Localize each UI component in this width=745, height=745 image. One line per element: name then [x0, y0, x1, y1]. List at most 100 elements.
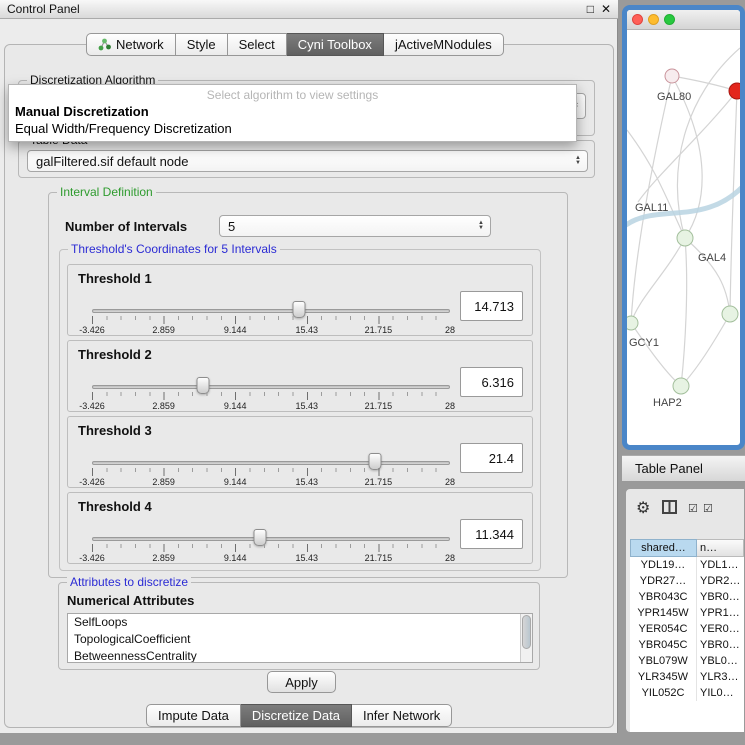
- tab-discretize-data[interactable]: Discretize Data: [241, 704, 352, 727]
- tab-infer-network[interactable]: Infer Network: [352, 704, 452, 727]
- cell[interactable]: YDR27…: [630, 573, 697, 589]
- table-row[interactable]: YBR045CYBR0…: [630, 637, 744, 653]
- cell[interactable]: YBL0…: [697, 653, 744, 669]
- tab-label: Discretize Data: [252, 708, 340, 723]
- tick-label: -3.426: [79, 477, 105, 487]
- tab-jactivemnodules[interactable]: jActiveMNodules: [384, 33, 504, 56]
- gear-icon[interactable]: ⚙: [636, 498, 650, 518]
- table-data-combobox[interactable]: galFiltered.sif default node ▲▼: [27, 150, 588, 172]
- tick-label: 9.144: [224, 325, 247, 335]
- group-title: Threshold's Coordinates for 5 Intervals: [68, 242, 280, 256]
- tick-label: 21.715: [365, 553, 393, 563]
- cell[interactable]: YLR345W: [630, 669, 697, 685]
- network-canvas[interactable]: GAL80 GAL11 GAL4 GCY1 HAP2: [627, 30, 740, 444]
- tab-impute-data[interactable]: Impute Data: [146, 704, 241, 727]
- threshold-2-slider[interactable]: -3.426 2.859 9.144 15.43 21.715 28: [92, 377, 450, 411]
- numerical-attributes-list[interactable]: SelfLoops TopologicalCoefficient Between…: [67, 613, 533, 663]
- tick-label: 28: [445, 401, 455, 411]
- threshold-3-slider[interactable]: -3.426 2.859 9.144 15.43 21.715 28: [92, 453, 450, 487]
- tab-cyni-toolbox[interactable]: Cyni Toolbox: [287, 33, 384, 56]
- zoom-traffic-light[interactable]: [664, 14, 675, 25]
- threshold-4-slider[interactable]: -3.426 2.859 9.144 15.43 21.715 28: [92, 529, 450, 563]
- cell[interactable]: YER054C: [630, 621, 697, 637]
- slider-ticks: [92, 468, 450, 476]
- column-header-name[interactable]: n…: [697, 539, 744, 557]
- threshold-1-value-field[interactable]: 14.713: [460, 291, 523, 321]
- node-label: GCY1: [629, 337, 659, 349]
- selected-red-node[interactable]: [729, 83, 740, 99]
- number-of-intervals-combobox[interactable]: 5 ▲▼: [219, 215, 491, 237]
- threshold-1-slider[interactable]: -3.426 2.859 9.144 15.43 21.715 28: [92, 301, 450, 335]
- table-row[interactable]: YDL19…YDL1…: [630, 557, 744, 573]
- slider-track[interactable]: [92, 385, 450, 389]
- checkbox-icon[interactable]: ☑: [703, 502, 713, 515]
- slider-track[interactable]: [92, 461, 450, 465]
- network-icon: [98, 38, 111, 51]
- slider-track[interactable]: [92, 309, 450, 313]
- tab-label: Style: [187, 37, 216, 52]
- cell[interactable]: YPR145W: [630, 605, 697, 621]
- tick-label: -3.426: [79, 401, 105, 411]
- tab-select[interactable]: Select: [228, 33, 287, 56]
- float-window-icon[interactable]: □: [587, 2, 594, 16]
- node[interactable]: [722, 306, 738, 322]
- threshold-4-panel: Threshold 4 -3.426 2.859 9.144 15.43 21.…: [67, 492, 533, 564]
- checkbox-icon[interactable]: ☑: [688, 502, 698, 515]
- cell[interactable]: YDR2…: [697, 573, 744, 589]
- table-row[interactable]: YIL052CYIL0…: [630, 685, 744, 701]
- threshold-3-panel: Threshold 3 -3.426 2.859 9.144 15.43 21.…: [67, 416, 533, 488]
- table-row[interactable]: YPR145WYPR1…: [630, 605, 744, 621]
- slider-track[interactable]: [92, 537, 450, 541]
- close-traffic-light[interactable]: [632, 14, 643, 25]
- threshold-3-value-field[interactable]: 21.4: [460, 443, 523, 473]
- tab-label: Network: [116, 37, 164, 52]
- table-row[interactable]: YBL079WYBL0…: [630, 653, 744, 669]
- slider-tick-labels: -3.426 2.859 9.144 15.43 21.715 28: [92, 553, 450, 563]
- cell[interactable]: YER0…: [697, 621, 744, 637]
- node-label: GAL11: [635, 202, 668, 214]
- list-item[interactable]: TopologicalCoefficient: [68, 631, 532, 648]
- table-row[interactable]: YBR043CYBR0…: [630, 589, 744, 605]
- cell[interactable]: YBR0…: [697, 589, 744, 605]
- minimize-traffic-light[interactable]: [648, 14, 659, 25]
- dropdown-option-manual-discretization[interactable]: Manual Discretization: [9, 103, 576, 120]
- tick-label: 9.144: [224, 553, 247, 563]
- tick-label: 28: [445, 477, 455, 487]
- list-scrollbar[interactable]: [520, 614, 532, 662]
- cell[interactable]: YIL052C: [630, 685, 697, 701]
- node-gal80[interactable]: [665, 69, 679, 83]
- dropdown-option-equal-width-frequency[interactable]: Equal Width/Frequency Discretization: [9, 120, 576, 137]
- node-gcy1[interactable]: [627, 316, 638, 330]
- table-row[interactable]: YDR27…YDR2…: [630, 573, 744, 589]
- cell[interactable]: YDL19…: [630, 557, 697, 573]
- apply-button[interactable]: Apply: [267, 671, 336, 693]
- table-row[interactable]: YER054CYER0…: [630, 621, 744, 637]
- tick-label: 2.859: [152, 325, 175, 335]
- column-header-shared[interactable]: shared…: [630, 539, 697, 557]
- cell[interactable]: YBR043C: [630, 589, 697, 605]
- table-row[interactable]: YLR345WYLR3…: [630, 669, 744, 685]
- scrollbar-thumb[interactable]: [522, 615, 531, 649]
- tab-style[interactable]: Style: [176, 33, 228, 56]
- threshold-2-value-field[interactable]: 6.316: [460, 367, 523, 397]
- slider-tick-labels: -3.426 2.859 9.144 15.43 21.715 28: [92, 325, 450, 335]
- cell[interactable]: YDL1…: [697, 557, 744, 573]
- cell[interactable]: YPR1…: [697, 605, 744, 621]
- cell[interactable]: YBR0…: [697, 637, 744, 653]
- node-hap2[interactable]: [673, 378, 689, 394]
- threshold-4-value-field[interactable]: 11.344: [460, 519, 523, 549]
- threshold-1-panel: Threshold 1 -3.426 2.859 9.144 15.43 21.…: [67, 264, 533, 336]
- tick-label: 9.144: [224, 477, 247, 487]
- slider-ticks: [92, 316, 450, 324]
- tab-network[interactable]: Network: [86, 33, 176, 56]
- cell[interactable]: YIL0…: [697, 685, 744, 701]
- list-item[interactable]: BetweennessCentrality: [68, 648, 532, 663]
- close-window-icon[interactable]: ✕: [601, 2, 611, 16]
- cell[interactable]: YBL079W: [630, 653, 697, 669]
- columns-icon[interactable]: [662, 500, 677, 514]
- cell[interactable]: YLR3…: [697, 669, 744, 685]
- node-gal4[interactable]: [677, 230, 693, 246]
- number-of-intervals-label: Number of Intervals: [65, 219, 187, 234]
- list-item[interactable]: SelfLoops: [68, 614, 532, 631]
- cell[interactable]: YBR045C: [630, 637, 697, 653]
